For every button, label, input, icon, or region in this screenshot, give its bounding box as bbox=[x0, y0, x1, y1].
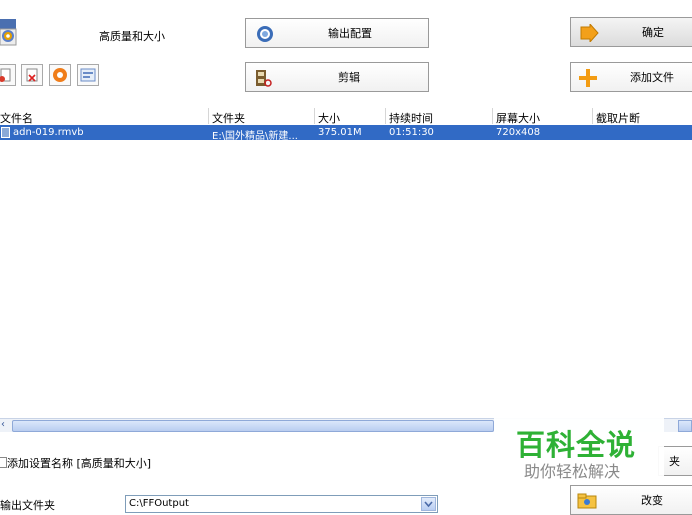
media-info-button[interactable] bbox=[77, 64, 99, 86]
cell-screen-size: 720x408 bbox=[496, 127, 541, 138]
watermark: 百科全说 助你轻松解决 bbox=[494, 414, 664, 484]
clip-label: 剪辑 bbox=[338, 71, 360, 84]
output-folder-label: 输出文件夹 bbox=[0, 499, 55, 512]
watermark-subtitle: 助你轻松解决 bbox=[524, 462, 621, 481]
settings-gear-icon bbox=[256, 25, 274, 46]
scissors-film-icon bbox=[254, 68, 274, 91]
cell-filename: adn-019.rmvb bbox=[13, 127, 84, 138]
media-info-icon bbox=[80, 68, 96, 82]
add-file-label: 添加文件 bbox=[630, 71, 674, 84]
column-header-clip[interactable]: 截取片断 bbox=[596, 110, 640, 126]
column-header-screen-size[interactable]: 屏幕大小 bbox=[496, 110, 540, 126]
clip-button[interactable]: 剪辑 bbox=[245, 62, 429, 92]
output-folder-value: C:\FFOutput bbox=[129, 498, 189, 509]
scroll-left-icon[interactable]: ‹ bbox=[1, 419, 5, 430]
file-icon bbox=[1, 127, 10, 138]
change-label: 改变 bbox=[641, 494, 663, 507]
change-button[interactable]: 改变 bbox=[570, 485, 692, 515]
cell-duration: 01:51:30 bbox=[389, 127, 434, 138]
dropdown-arrow-button[interactable] bbox=[421, 497, 436, 511]
play-button[interactable] bbox=[49, 64, 71, 86]
scroll-thumb[interactable] bbox=[12, 420, 494, 432]
output-folder-select[interactable]: C:\FFOutput bbox=[125, 495, 438, 513]
folder-icon bbox=[577, 493, 597, 512]
delete-file-icon bbox=[26, 68, 38, 82]
arrow-right-icon bbox=[579, 22, 599, 45]
cell-size: 375.01M bbox=[318, 127, 362, 138]
open-folder-label: 夹 bbox=[669, 455, 680, 468]
table-header bbox=[0, 108, 692, 126]
play-icon bbox=[53, 68, 67, 82]
ok-button[interactable]: 确定 bbox=[570, 17, 692, 47]
output-config-button[interactable]: 输出配置 bbox=[245, 18, 429, 48]
add-file-button[interactable]: 添加文件 bbox=[570, 62, 692, 92]
ok-label: 确定 bbox=[642, 26, 664, 39]
output-config-label: 输出配置 bbox=[328, 27, 372, 40]
profile-name: 高质量和大小 bbox=[99, 30, 165, 43]
column-header-filename[interactable]: 文件名 bbox=[0, 110, 33, 126]
plus-icon bbox=[579, 69, 597, 90]
column-header-size[interactable]: 大小 bbox=[318, 110, 340, 126]
column-header-duration[interactable]: 持续时间 bbox=[389, 110, 433, 126]
clear-list-button[interactable] bbox=[21, 64, 43, 86]
remove-file-button[interactable] bbox=[0, 64, 16, 86]
scroll-right-arrow[interactable] bbox=[678, 420, 692, 432]
column-header-folder[interactable]: 文件夹 bbox=[212, 110, 245, 126]
add-setting-name-checkbox[interactable] bbox=[0, 457, 7, 468]
profile-video-icon[interactable] bbox=[0, 18, 18, 46]
remove-file-icon bbox=[0, 68, 11, 82]
add-setting-name-label: 添加设置名称 [高质量和大小] bbox=[7, 457, 152, 470]
cell-folder: E:\国外精品\新建... bbox=[212, 131, 298, 142]
chevron-down-icon bbox=[424, 501, 433, 508]
